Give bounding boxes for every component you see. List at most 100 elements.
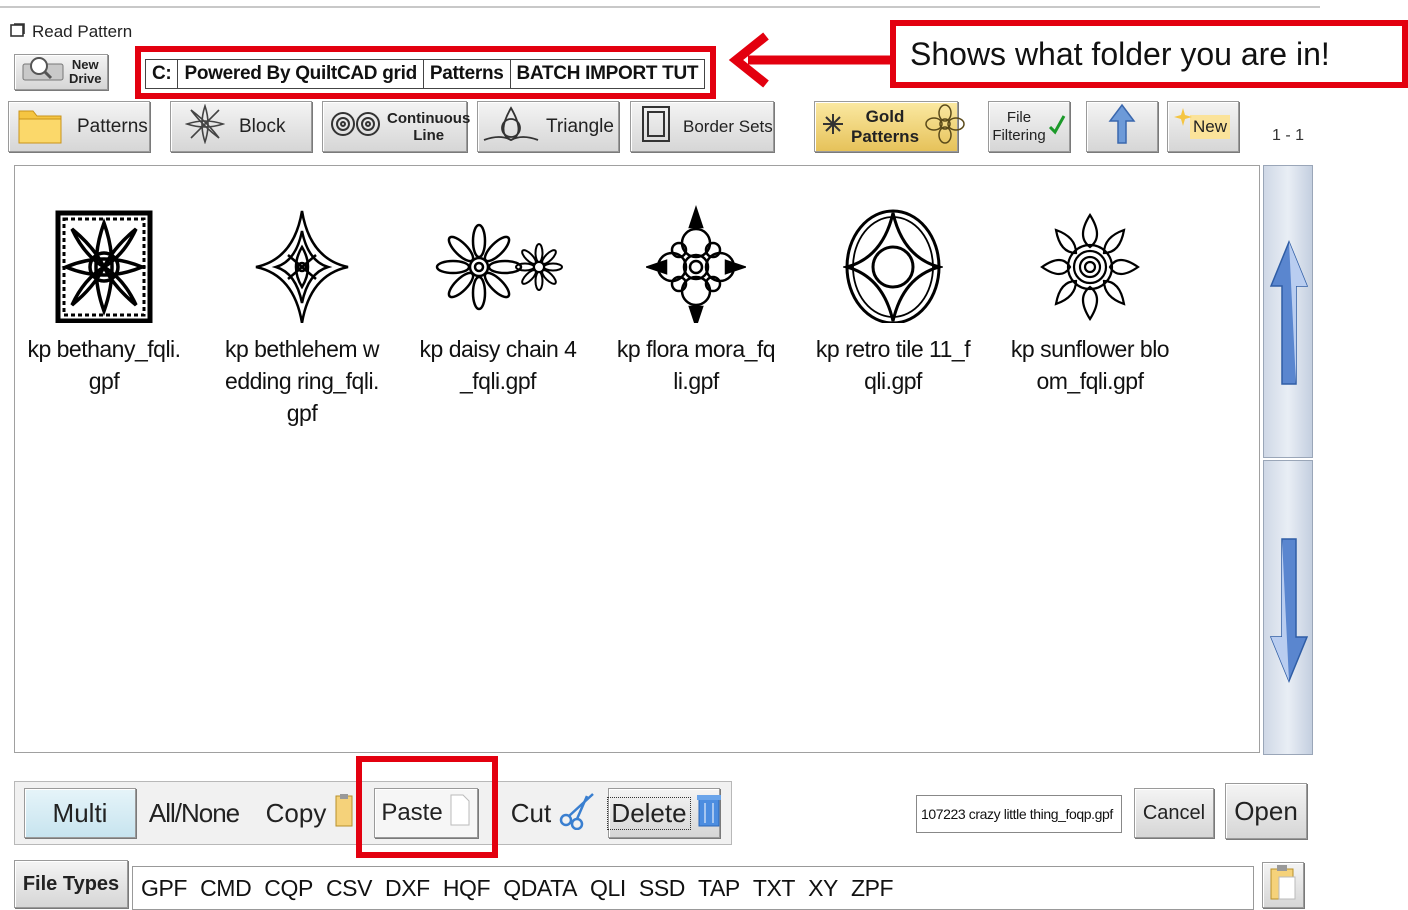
cancel-button[interactable]: Cancel [1134, 788, 1214, 838]
new-drive-button[interactable]: New Drive [14, 54, 108, 90]
file-type[interactable]: XY [808, 875, 838, 902]
file-types-clipboard-button[interactable] [1262, 862, 1304, 908]
checkmark-icon [1048, 113, 1066, 141]
file-name-line: kp flora mora_fq [616, 336, 776, 362]
file-name-line: _fqli.gpf [459, 368, 537, 394]
block-label: Block [239, 115, 286, 137]
file-type[interactable]: CQP [264, 875, 313, 902]
continuous-label-2: Line [413, 126, 445, 144]
new-label: New [1189, 114, 1230, 139]
filter-label-1: File [1006, 108, 1032, 126]
file-name-line: kp bethany_fqli. [27, 336, 181, 362]
file-type[interactable]: CSV [326, 875, 372, 902]
continuous-line-button[interactable]: Continuous Line [322, 101, 471, 152]
sunflower-pattern-icon [1035, 200, 1145, 325]
breadcrumb: C: Powered By QuiltCAD grid Patterns BAT… [145, 59, 706, 89]
breadcrumb-item[interactable]: C: [146, 60, 179, 88]
file-item[interactable]: kp daisy chain 4 _fqli.gpf [408, 200, 588, 397]
cut-label: Cut [510, 797, 552, 828]
block-star-icon [184, 102, 226, 150]
clipboard-icon [1269, 863, 1297, 907]
daisy-chain-pattern-icon [433, 200, 563, 325]
copy-label: Copy [265, 797, 327, 828]
top-border [0, 6, 1320, 8]
block-button[interactable]: Block [170, 101, 312, 152]
clipboard-icon [334, 792, 354, 835]
triangle-button[interactable]: Triangle [477, 101, 619, 152]
all-none-button[interactable]: All/None [140, 788, 248, 838]
gold-label-2: Patterns [851, 126, 920, 146]
patterns-label: Patterns [77, 115, 148, 137]
multi-button[interactable]: Multi [24, 788, 136, 838]
scroll-up-button[interactable] [1263, 165, 1313, 458]
file-type[interactable]: ZPF [851, 875, 894, 902]
multi-label: Multi [52, 797, 108, 828]
file-name-line: gpf [88, 368, 120, 394]
file-types-button[interactable]: File Types [14, 860, 128, 908]
open-button[interactable]: Open [1225, 783, 1307, 839]
gold-patterns-button[interactable]: Gold Patterns [814, 101, 965, 152]
breadcrumb-item[interactable]: BATCH IMPORT TUT [511, 60, 705, 88]
open-label: Open [1234, 795, 1298, 826]
file-type[interactable]: QDATA [503, 875, 577, 902]
window-title: Read Pattern [32, 22, 133, 41]
all-none-label: All/None [148, 797, 240, 828]
file-type[interactable]: CMD [200, 875, 252, 902]
triangle-label: Triangle [546, 115, 614, 137]
file-name-line: gpf [286, 400, 318, 426]
file-type[interactable]: GPF [141, 875, 187, 902]
file-name-line: kp sunflower blo [1010, 336, 1170, 362]
filename-input[interactable] [916, 795, 1122, 833]
file-item[interactable]: kp retro tile 11_f qli.gpf [803, 200, 983, 397]
cut-button[interactable]: Cut [506, 788, 602, 838]
file-item[interactable]: kp sunflower blo om_fqli.gpf [1000, 200, 1180, 397]
file-item[interactable]: kp bethany_fqli. gpf [14, 200, 194, 397]
file-item[interactable]: kp bethlehem w edding ring_fqli. gpf [212, 200, 392, 429]
cancel-label: Cancel [1142, 801, 1206, 824]
up-folder-button[interactable] [1086, 101, 1158, 152]
file-types-list: GPF CMD CQP CSV DXF HQF QDATA QLI SSD TA… [132, 866, 1254, 910]
scroll-down-arrow-icon [1269, 538, 1309, 683]
file-name-line: kp daisy chain 4 [419, 336, 577, 362]
triangle-knot-icon [482, 104, 540, 150]
file-types-label: File Types [22, 872, 120, 895]
file-name-line: kp retro tile 11_f [815, 336, 971, 362]
patterns-button[interactable]: Patterns [8, 101, 150, 152]
bethany-pattern-icon [49, 200, 159, 325]
file-item[interactable]: kp flora mora_fq li.gpf [606, 200, 786, 397]
new-sparkle-icon [1174, 108, 1192, 132]
file-type[interactable]: QLI [590, 875, 626, 902]
trash-icon [696, 793, 721, 834]
up-arrow-icon [1108, 103, 1136, 151]
breadcrumb-item[interactable]: Powered By QuiltCAD grid [178, 60, 424, 88]
new-folder-button[interactable]: New [1167, 101, 1239, 152]
page-count: 1 - 1 [1272, 127, 1305, 144]
file-type[interactable]: DXF [385, 875, 430, 902]
file-type[interactable]: HQF [443, 875, 491, 902]
gold-label-1: Gold [865, 106, 905, 126]
file-filtering-button[interactable]: File Filtering [988, 101, 1070, 152]
flora-mora-pattern-icon [641, 200, 751, 325]
breadcrumb-item[interactable]: Patterns [424, 60, 511, 88]
retro-tile-pattern-icon [838, 200, 948, 325]
file-name-line: qli.gpf [864, 368, 922, 394]
border-sets-button[interactable]: Border Sets [630, 101, 774, 152]
delete-button[interactable]: Delete [607, 788, 721, 838]
folder-icon [17, 103, 63, 151]
scissors-icon [557, 790, 597, 837]
scroll-up-arrow-icon [1269, 240, 1309, 385]
scroll-down-button[interactable] [1263, 460, 1313, 755]
continuous-label-1: Continuous [387, 109, 471, 127]
file-type[interactable]: TAP [698, 875, 740, 902]
new-drive-label-2: Drive [69, 71, 102, 86]
file-type[interactable]: TXT [753, 875, 796, 902]
file-name-line: li.gpf [673, 368, 719, 394]
title-bar: Read Pattern [10, 20, 132, 44]
spiral-icon [329, 109, 383, 145]
border-sets-label: Border Sets [683, 116, 773, 136]
file-name-line: om_fqli.gpf [1036, 368, 1144, 394]
file-type[interactable]: SSD [639, 875, 685, 902]
copy-button[interactable]: Copy [262, 788, 358, 838]
file-name-line: edding ring_fqli. [225, 368, 379, 394]
drive-icon [21, 56, 65, 88]
